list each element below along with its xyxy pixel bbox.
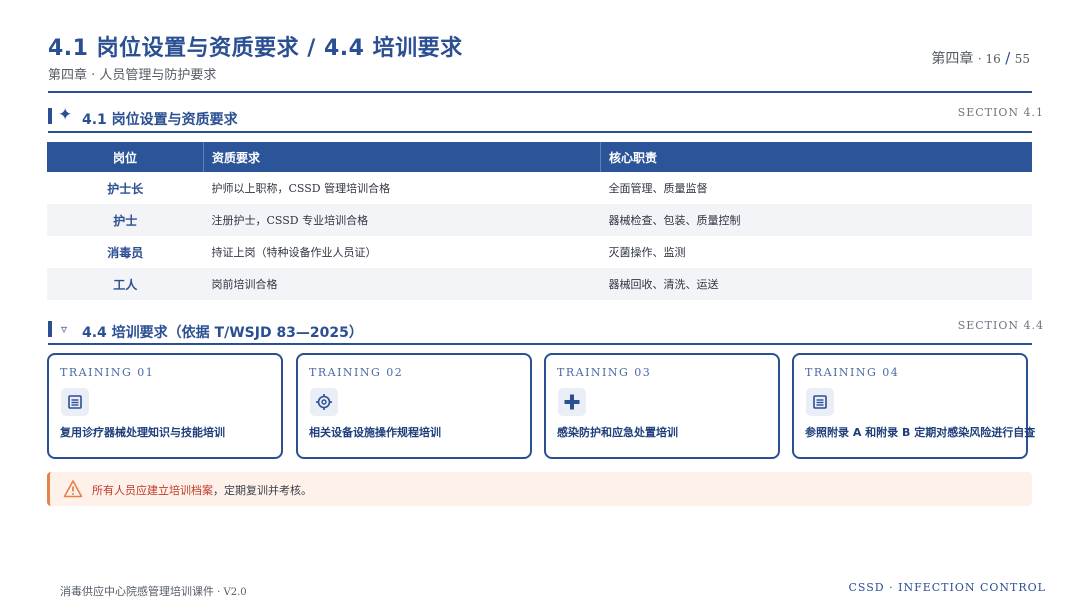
roles-table: 岗位 资质要求 核心职责 护士长 护师以上职称，CSSD 管理培训合格 全面管理… (47, 142, 1032, 300)
warning-icon (63, 480, 83, 498)
notice-text: 所有人员应建立培训档案，定期复训并考核。 (92, 482, 312, 498)
footer-course-name: 消毒供应中心院感管理培训课件 (60, 585, 214, 598)
qualification-cell: 注册护士，CSSD 专业培训合格 (203, 204, 601, 236)
page-separator: / (1005, 49, 1011, 67)
training-card: TRAINING 02 相关设备设施操作规程培训 (296, 353, 532, 459)
page-title: 4.1 岗位设置与资质要求 / 4.4 培训要求 (48, 36, 463, 61)
section-bar (48, 108, 52, 124)
duties-cell: 器械检查、包装、质量控制 (600, 204, 1032, 236)
qualification-cell: 岗前培训合格 (203, 268, 601, 300)
section-bar (48, 321, 52, 337)
qualification-cell: 护师以上职称，CSSD 管理培训合格 (211, 182, 391, 195)
chapter-label: 第四章 (931, 51, 974, 67)
notice-highlight: 所有人员应建立培训档案 (92, 484, 213, 497)
notice-banner: 所有人员应建立培训档案，定期复训并考核。 (47, 472, 1032, 506)
table-row: 工人 岗前培训合格 器械回收、清洗、运送 (47, 268, 1032, 300)
header-rule (48, 91, 1032, 93)
triangle-down-icon: ▿ (61, 322, 68, 336)
training-label: 参照附录 A 和附录 B 定期对感染风险进行自查 (805, 426, 1036, 439)
table-row: 护士长 护师以上职称，CSSD 管理培训合格 全面管理、质量监督 (47, 172, 1032, 204)
qualification-cell: 持证上岗（特种设备作业人员证） (211, 246, 377, 259)
role-cell: 工人 (47, 268, 204, 300)
page-number: 第四章 · 16 / 55 (931, 49, 1030, 67)
training-label: 感染防护和应急处置培训 (557, 426, 678, 439)
duties-cell: 灭菌操作、监测 (608, 246, 686, 259)
training-card: TRAINING 03 感染防护和应急处置培训 (544, 353, 780, 459)
training-cards: TRAINING 01 复用诊疗器械处理知识与技能培训 TRAINING 02 … (47, 353, 1035, 463)
training-caption: TRAINING 03 (557, 366, 652, 379)
page-subtitle: 第四章 · 人员管理与防护要求 (48, 68, 217, 83)
page-total: 55 (1014, 52, 1030, 66)
training-card: TRAINING 01 复用诊疗器械处理知识与技能培训 (47, 353, 283, 459)
sparkle-icon: ✦ (58, 105, 73, 125)
plus-icon (558, 388, 586, 416)
footer-version: V2.0 (223, 587, 247, 598)
role-cell: 消毒员 (107, 245, 144, 260)
table-header-row: 岗位 资质要求 核心职责 (47, 142, 1032, 172)
table-row: 消毒员 持证上岗（特种设备作业人员证） 灭菌操作、监测 (47, 236, 1032, 268)
duties-cell: 全面管理、质量监督 (608, 182, 708, 195)
column-header-duties: 核心职责 (600, 142, 1032, 172)
list-icon (61, 388, 89, 416)
training-card: TRAINING 04 参照附录 A 和附录 B 定期对感染风险进行自查 (792, 353, 1035, 459)
training-label: 相关设备设施操作规程培训 (309, 426, 441, 439)
page-current: 16 (985, 52, 1001, 66)
training-caption: TRAINING 02 (309, 366, 404, 379)
list-icon (806, 388, 834, 416)
section-header-4-4: ▿ 4.4 培训要求（依据 T/WSJD 83—2025） SECTION 4.… (48, 319, 1044, 343)
column-header-qualification: 资质要求 (203, 142, 601, 172)
notice-rest: ，定期复训并考核。 (213, 484, 312, 497)
section-rule (48, 131, 1032, 133)
training-caption: TRAINING 01 (60, 366, 155, 379)
duties-cell: 器械回收、清洗、运送 (600, 268, 1032, 300)
table-row: 护士 注册护士，CSSD 专业培训合格 器械检查、包装、质量控制 (47, 204, 1032, 236)
section-title: 4.1 岗位设置与资质要求 (82, 112, 238, 128)
footer-course: 消毒供应中心院感管理培训课件 · V2.0 (60, 585, 247, 598)
footer-brand: CSSD · INFECTION CONTROL (848, 581, 1046, 594)
role-cell: 护士 (47, 204, 204, 236)
section-rule (48, 343, 1032, 345)
training-caption: TRAINING 04 (805, 366, 900, 379)
role-cell: 护士长 (107, 181, 144, 196)
section-header-4-1: ✦ 4.1 岗位设置与资质要求 SECTION 4.1 (48, 105, 1044, 130)
section-title: 4.4 培训要求（依据 T/WSJD 83—2025） (82, 325, 363, 341)
gear-icon (310, 388, 338, 416)
training-label: 复用诊疗器械处理知识与技能培训 (60, 426, 225, 439)
column-header-role: 岗位 (47, 142, 204, 172)
section-tag: SECTION 4.1 (957, 106, 1044, 119)
section-tag: SECTION 4.4 (957, 319, 1044, 332)
